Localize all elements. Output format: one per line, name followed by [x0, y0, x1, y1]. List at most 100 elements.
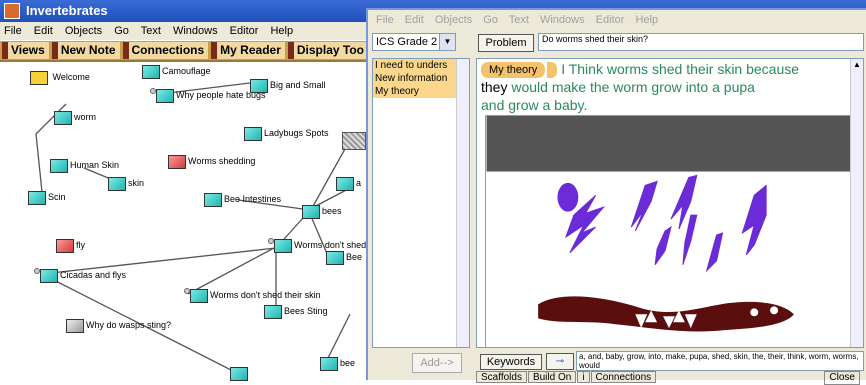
menu-editor[interactable]: Editor — [230, 25, 259, 37]
student-drawing — [485, 115, 853, 347]
keywords-field[interactable]: a, and, baby, grow, into, make, pupa, sh… — [576, 351, 864, 371]
note-text-line2-rest: would make the worm grow into a pupa — [507, 79, 755, 95]
scaffold-set-select[interactable]: ICS Grade 2 ▼ — [372, 33, 456, 51]
menu-text[interactable]: Text — [141, 25, 161, 37]
note-icon — [108, 176, 126, 191]
scaffold-item-new-information[interactable]: New information — [373, 72, 457, 85]
editor-menu-go[interactable]: Go — [483, 14, 498, 26]
problem-input[interactable]: Do worms shed their skin? — [538, 33, 864, 51]
add-scaffold-button[interactable]: Add--> — [412, 353, 462, 373]
background-menubar: File Edit Objects Go Text Windows Editor… — [0, 22, 366, 40]
note-icon — [336, 176, 354, 191]
note-bee-intestines[interactable]: Bee Intestines — [204, 192, 281, 207]
note-text-they: they — [481, 79, 508, 95]
tab-info[interactable]: i — [577, 371, 590, 383]
scaffold-scrollbar[interactable] — [456, 59, 469, 347]
note-icon — [190, 288, 208, 303]
chevron-down-icon[interactable]: ▼ — [439, 34, 455, 50]
read-note-icon — [66, 318, 84, 333]
note-bee[interactable]: bee — [320, 356, 355, 371]
note-icon — [28, 190, 46, 205]
background-toolbar: Views New Note Connections My Reader Dis… — [0, 41, 368, 62]
note-ladybugs-spots[interactable]: Ladybugs Spots — [244, 126, 329, 141]
note-text-scrollbar[interactable]: ▲ — [850, 59, 863, 347]
menu-edit[interactable]: Edit — [34, 25, 53, 37]
note-bees-sting[interactable]: Bees Sting — [264, 304, 328, 319]
editor-menubar: File Edit Objects Go Text Windows Editor… — [368, 10, 866, 30]
editor-menu-file[interactable]: File — [376, 14, 394, 26]
note-text-line2: they would make the worm grow into a pup… — [481, 79, 755, 95]
notes-canvas[interactable]: Welcome Camouflage Big and Small Why peo… — [0, 64, 366, 381]
note-icon — [320, 356, 338, 371]
scaffold-item-need-to-understand[interactable]: I need to unders — [373, 59, 457, 72]
editor-menu-help[interactable]: Help — [635, 14, 658, 26]
note-worms-shedding[interactable]: Worms shedding — [168, 154, 255, 169]
tab-connections[interactable]: Connections — [590, 371, 657, 383]
menu-objects[interactable]: Objects — [65, 25, 102, 37]
connections-button[interactable]: Connections — [122, 42, 209, 59]
scaffold-tag-my-theory[interactable]: My theory — [481, 62, 546, 79]
note-icon — [274, 238, 292, 253]
note-human-skin[interactable]: Human Skin — [50, 158, 119, 173]
note-welcome[interactable]: Welcome — [30, 70, 90, 85]
unread-note-icon — [56, 238, 74, 253]
my-reader-button[interactable]: My Reader — [211, 42, 285, 59]
note-icon — [50, 158, 68, 173]
tab-scaffolds[interactable]: Scaffolds — [476, 371, 527, 383]
editor-menu-windows[interactable]: Windows — [540, 14, 585, 26]
note-icon — [302, 204, 320, 219]
note-why-do-wasps-sting[interactable]: Why do wasps sting? — [66, 318, 171, 333]
scaffold-tag-end — [547, 62, 558, 79]
note-text-area[interactable]: My theory I Think worms shed their skin … — [476, 58, 864, 348]
note-cicadas-and-flys[interactable]: Cicadas and flys — [34, 268, 126, 283]
menu-file[interactable]: File — [4, 25, 22, 37]
display-tools-button[interactable]: Display Too — [287, 42, 368, 59]
note-icon — [230, 366, 248, 381]
unread-note-icon — [168, 154, 186, 169]
note-icon — [142, 64, 160, 79]
editor-menu-editor[interactable]: Editor — [596, 14, 625, 26]
theory-line: My theory I Think worms shed their skin … — [481, 61, 800, 79]
problem-button[interactable]: Problem — [478, 34, 534, 52]
note-worm[interactable]: worm — [54, 110, 96, 125]
note-icon — [244, 126, 262, 141]
editor-menu-edit[interactable]: Edit — [405, 14, 424, 26]
note-icon — [54, 110, 72, 125]
note-text-line3: and grow a baby. — [481, 97, 588, 113]
note-text-line1: I Think worms shed their skin because — [561, 61, 800, 77]
menu-windows[interactable]: Windows — [173, 25, 218, 37]
note-icon — [40, 268, 58, 283]
close-button[interactable]: Close — [824, 371, 860, 385]
menu-go[interactable]: Go — [114, 25, 129, 37]
editor-tabs: Scaffolds Build On i Connections — [476, 371, 866, 383]
note-scin[interactable]: Scin — [28, 190, 66, 205]
note-skin[interactable]: skin — [108, 176, 144, 191]
tab-build-on[interactable]: Build On — [527, 371, 577, 383]
note-fly[interactable]: fly — [56, 238, 85, 253]
note-bee-short[interactable]: Bee — [326, 250, 362, 265]
collapsed-notes-icon[interactable] — [342, 132, 366, 150]
new-note-button[interactable]: New Note — [51, 42, 120, 59]
link-dot — [150, 88, 156, 94]
link-dot — [34, 268, 40, 274]
note-camouflage[interactable]: Camouflage — [142, 64, 211, 79]
note-a[interactable]: a — [336, 176, 361, 191]
note-worms-dont-shed-their-skin[interactable]: Worms don't shed their skin — [184, 288, 321, 303]
note-editor-window: File Edit Objects Go Text Windows Editor… — [366, 8, 866, 385]
editor-menu-objects[interactable]: Objects — [435, 14, 472, 26]
keywords-button[interactable]: Keywords — [480, 354, 542, 370]
note-why-people-hate-bugs[interactable]: Why people hate bugs — [150, 88, 266, 103]
menu-help[interactable]: Help — [270, 25, 293, 37]
link-dot — [268, 238, 274, 244]
scaffold-item-my-theory[interactable]: My theory — [373, 85, 457, 98]
link-dot — [184, 288, 190, 294]
views-button[interactable]: Views — [2, 42, 49, 59]
scroll-up-icon[interactable]: ▲ — [851, 59, 863, 71]
key-icon[interactable]: ⊸ — [546, 353, 574, 370]
editor-menu-text[interactable]: Text — [509, 14, 529, 26]
note-bees[interactable]: bees — [302, 204, 342, 219]
scaffold-list[interactable]: I need to unders New information My theo… — [372, 58, 470, 348]
window-title: Invertebrates — [26, 3, 108, 18]
note-partial[interactable] — [230, 366, 250, 381]
note-icon — [326, 250, 344, 265]
